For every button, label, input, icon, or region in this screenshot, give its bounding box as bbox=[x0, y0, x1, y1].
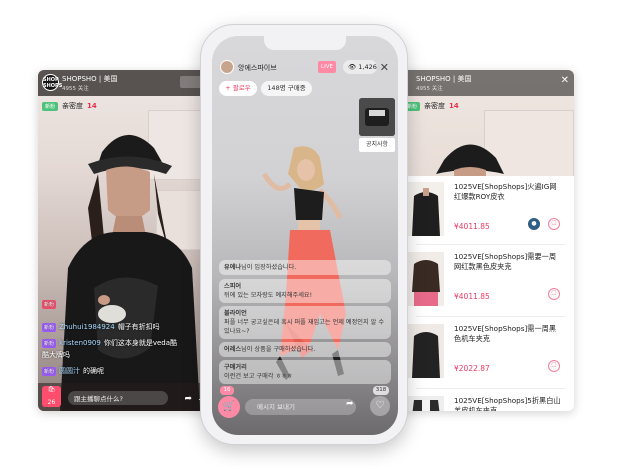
comment: 블라이언 퍼플 너무 궁고싶은데 혹시 퍼플 재입고는 언제 예정인지 알 수 … bbox=[219, 306, 391, 339]
comment-text: 뒤에 있는 모자랑도 예지해주세요! bbox=[224, 292, 313, 299]
comment-text: 이런건 보고 구매각 ㅎㅎㅎ bbox=[224, 373, 293, 380]
microphone-icon[interactable]: ● bbox=[528, 218, 540, 230]
share-icon[interactable]: ➦ bbox=[346, 399, 354, 409]
product-price: ¥2022.87 bbox=[454, 364, 490, 373]
right-product-screen: SHOPSHO | 美国 4955 关注 ✕ 新粉 亲密度 14 1025VE[… bbox=[394, 70, 574, 411]
chat-message: 新粉 bbox=[42, 300, 57, 309]
product-title: 1025VE[ShopShops]火遍IG网红爆款ROY皮衣 bbox=[454, 182, 557, 201]
shopping-bag-icon: 🛍 bbox=[47, 386, 56, 393]
center-phone-frame: 앙에스파이브 LIVE 👁 1,426 ✕ + 팔로우 148명 구매중 공지사… bbox=[200, 24, 408, 445]
add-to-cart-button[interactable]: ☐ bbox=[548, 360, 560, 372]
center-live-screen: 앙에스파이브 LIVE 👁 1,426 ✕ + 팔로우 148명 구매중 공지사… bbox=[212, 36, 398, 435]
product-price: ¥4011.85 bbox=[454, 292, 490, 301]
product-item[interactable]: 1025VE[ShopShops]火遍IG网红爆款ROY皮衣 ¥4011.85 … bbox=[406, 178, 574, 250]
fan-tag: 新粉 bbox=[42, 366, 57, 376]
channel-title: 앙에스파이브 bbox=[238, 64, 277, 72]
viewer-count: 👁 1,426 bbox=[343, 60, 377, 74]
product-item[interactable]: 1025VE[ShopShops]需要一周网红款黑色皮夹克 ¥4011.85 ☐ bbox=[406, 248, 574, 320]
product-thumbnail bbox=[408, 182, 444, 236]
chat-text: 帽子有折扣吗 bbox=[117, 323, 160, 331]
comment-text: 님이 상품을 구매하셨습니다. bbox=[241, 346, 316, 353]
product-title: 1025VE[ShopShops]5折黑白山羊皮机车夹克 bbox=[454, 396, 561, 411]
close-icon[interactable]: ✕ bbox=[561, 75, 569, 86]
close-icon[interactable]: ✕ bbox=[380, 61, 389, 74]
comment-user: 어레스 bbox=[224, 346, 242, 353]
product-thumbnail bbox=[408, 396, 444, 411]
chat-message: 新粉 Zhuhui1984924 帽子有折扣吗 bbox=[42, 322, 160, 332]
product-list: 1025VE[ShopShops]火遍IG网红爆款ROY皮衣 ¥4011.85 … bbox=[406, 176, 574, 411]
product-title: 1025VE[ShopShops]需要一周网红款黑色皮夹克 bbox=[454, 252, 557, 271]
follower-count: 4955 关注 bbox=[416, 86, 443, 92]
intimacy-row: 新粉 亲密度 14 bbox=[42, 101, 97, 111]
intimacy-row: 新粉 亲密度 14 bbox=[404, 101, 459, 111]
comment: 스피어 뒤에 있는 모자랑도 예지해주세요! bbox=[219, 279, 391, 303]
shop-name: SHOPSHO | 美国 bbox=[416, 75, 472, 83]
chat-username: kristen0909 bbox=[59, 339, 101, 347]
heart-icon[interactable]: ♡ bbox=[370, 396, 390, 416]
like-count-left: 16 bbox=[220, 386, 234, 395]
divider bbox=[416, 244, 566, 245]
cart-count: 26 bbox=[47, 399, 56, 406]
product-thumbnail bbox=[408, 324, 444, 378]
chat-input[interactable]: 跟主播聊点什么? bbox=[68, 391, 168, 405]
product-item[interactable]: 1025VE[ShopShops]需一周黑色机车夹克 ¥2022.87 ☐ bbox=[406, 320, 574, 392]
comment-text: 님이 입장하셨습니다. bbox=[241, 264, 297, 271]
shopping-cart-icon[interactable]: 🛒 bbox=[218, 396, 240, 418]
eye-icon: 👁 bbox=[348, 63, 357, 71]
comment-user: 유에나 bbox=[224, 264, 242, 271]
chat-username: 圆圆汁 bbox=[59, 367, 81, 375]
chat-text: 你们这本身就是veda酷 bbox=[103, 339, 178, 347]
add-to-cart-button[interactable]: ☐ bbox=[548, 218, 560, 230]
divider bbox=[416, 388, 566, 389]
like-count-right: 318 bbox=[373, 386, 389, 395]
fan-tag: 新粉 bbox=[42, 300, 57, 309]
intimacy-value: 14 bbox=[449, 102, 459, 110]
live-badge: LIVE bbox=[318, 61, 336, 73]
product-item[interactable]: 1025VE[ShopShops]5折黑白山羊皮机车夹克 bbox=[406, 392, 574, 411]
viewer-count-value: 1,426 bbox=[358, 63, 377, 71]
fan-tag: 新粉 bbox=[42, 322, 57, 332]
comment-text: 퍼플 너무 궁고싶은데 혹시 퍼플 재입고는 언제 예정인지 알 수 있나요~? bbox=[224, 319, 385, 335]
notice-thumbnail[interactable] bbox=[359, 98, 395, 136]
comment: 유에나님이 입장하셨습니다. bbox=[219, 260, 391, 275]
follower-count: 4955 关注 bbox=[62, 86, 89, 92]
intimacy-value: 14 bbox=[87, 102, 97, 110]
comment-user: 블라이언 bbox=[224, 310, 247, 317]
chat-username: Zhuhui1984924 bbox=[59, 323, 115, 331]
left-live-screen: SHOP SHOPS SHOPSHO | 美国 4955 关注 新粉 亲密度 1… bbox=[38, 70, 210, 411]
comment-user: 스피어 bbox=[224, 283, 242, 290]
phone-notch bbox=[264, 36, 346, 50]
product-price: ¥4011.85 bbox=[454, 222, 490, 231]
comment: 구매거리 이런건 보고 구매각 ㅎㅎㅎ bbox=[219, 360, 391, 384]
intimacy-label: 亲密度 bbox=[424, 102, 446, 110]
follow-button[interactable]: + 팔로우 bbox=[219, 81, 257, 96]
product-title: 1025VE[ShopShops]需一周黑色机车夹克 bbox=[454, 324, 557, 343]
shop-name: SHOPSHO | 美国 bbox=[62, 75, 118, 83]
purchasing-count-button[interactable]: 148명 구매중 bbox=[261, 81, 312, 96]
chat-message: 新粉 kristen0909 你们这本身就是veda酷 bbox=[42, 338, 177, 348]
message-input[interactable]: 메시지 보내기 bbox=[245, 399, 356, 415]
host-avatar[interactable] bbox=[220, 60, 234, 74]
shop-logo[interactable]: SHOP SHOPS bbox=[42, 74, 62, 91]
comment: 어레스님이 상품을 구매하셨습니다. bbox=[219, 342, 391, 357]
notice-button[interactable]: 공지사항 bbox=[359, 138, 395, 152]
chat-message-continued: 酷大牌吗 bbox=[42, 350, 70, 360]
chat-text: 酷大牌吗 bbox=[42, 351, 70, 359]
cart-button[interactable]: 🛍 26 bbox=[42, 386, 61, 407]
product-thumbnail bbox=[408, 252, 444, 306]
fan-tag: 新粉 bbox=[42, 338, 57, 348]
add-to-cart-button[interactable]: ☐ bbox=[548, 288, 560, 300]
intimacy-label: 亲密度 bbox=[62, 102, 84, 110]
chat-text: 的确呢 bbox=[83, 367, 105, 375]
divider bbox=[416, 316, 566, 317]
comment-user: 구매거리 bbox=[224, 364, 247, 371]
share-icon[interactable]: ➦ bbox=[184, 394, 192, 404]
chat-message: 新粉 圆圆汁 的确呢 bbox=[42, 366, 104, 376]
app-showcase: SHOP SHOPS SHOPSHO | 美国 4955 关注 新粉 亲密度 1… bbox=[0, 0, 626, 469]
new-fan-badge: 新粉 bbox=[42, 101, 59, 111]
